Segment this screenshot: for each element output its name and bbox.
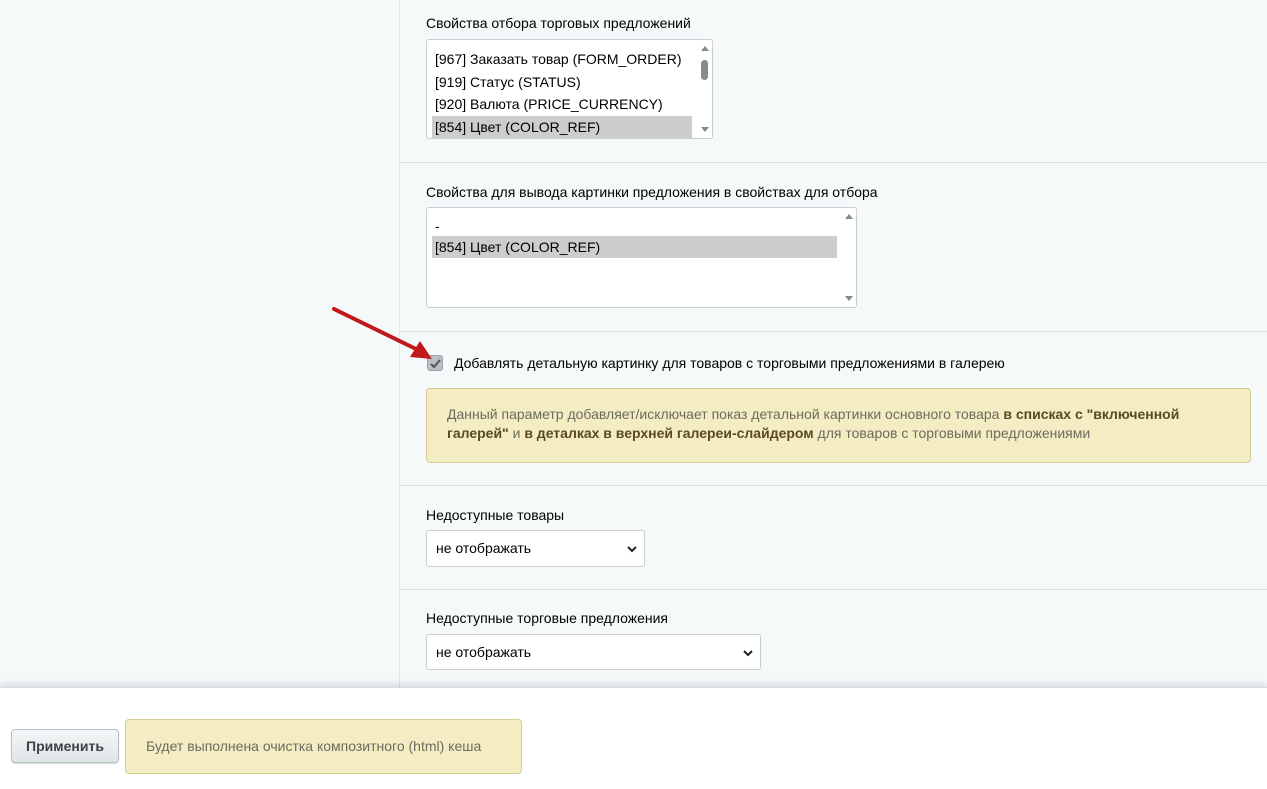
annotation-arrow-icon <box>332 307 432 359</box>
unavailable-offers-section: Недоступные торговые предложения не отоб… <box>400 590 1267 687</box>
list-option-selected[interactable]: [854] Цвет (COLOR_REF) <box>432 236 837 258</box>
select-value: не отображать <box>436 540 532 556</box>
offer-picture-props-listbox[interactable]: - [854] Цвет (COLOR_REF) <box>426 207 857 308</box>
offer-filter-props-label: Свойства отбора торговых предложений <box>426 15 691 31</box>
gallery-checkbox-label[interactable]: Добавлять детальную картинку для товаров… <box>454 355 1005 371</box>
scroll-down-arrow-icon[interactable] <box>845 296 853 301</box>
offer-picture-props-section: Свойства для вывода картинки предложения… <box>400 163 1267 332</box>
unavailable-goods-select[interactable]: не отображать <box>426 530 645 567</box>
listbox-scrollbar[interactable] <box>841 208 856 307</box>
list-option-selected[interactable]: [854] Цвет (COLOR_REF) <box>432 116 692 138</box>
footer-bar: Применить Будет выполнена очистка композ… <box>0 687 1267 789</box>
scroll-down-arrow-icon[interactable] <box>701 127 709 132</box>
notice-text: Данный параметр добавляет/исключает пока… <box>447 406 1004 422</box>
gallery-notice: Данный параметр добавляет/исключает пока… <box>426 388 1251 463</box>
chevron-down-icon <box>627 546 637 553</box>
unavailable-goods-label: Недоступные товары <box>426 507 565 523</box>
list-option[interactable]: [919] Статус (STATUS) <box>432 71 692 93</box>
apply-button[interactable]: Применить <box>11 729 119 763</box>
list-option[interactable]: [967] Заказать товар (FORM_ORDER) <box>432 48 692 70</box>
gallery-section: Добавлять детальную картинку для товаров… <box>400 332 1267 486</box>
list-option[interactable]: - <box>432 215 837 237</box>
select-value: не отображать <box>436 644 532 660</box>
settings-panel: Свойства отбора торговых предложений [96… <box>399 0 1267 687</box>
notice-text: и <box>508 425 525 441</box>
scroll-up-arrow-icon[interactable] <box>845 214 853 219</box>
cache-notice: Будет выполнена очистка композитного (ht… <box>125 719 522 774</box>
unavailable-offers-select[interactable]: не отображать <box>426 634 761 670</box>
notice-text: для товаров с торговыми предложениями <box>813 425 1091 441</box>
chevron-down-icon <box>743 650 753 657</box>
offer-filter-props-section: Свойства отбора торговых предложений [96… <box>400 0 1267 163</box>
unavailable-offers-label: Недоступные торговые предложения <box>426 610 669 626</box>
scroll-thumb[interactable] <box>701 60 708 80</box>
scroll-up-arrow-icon[interactable] <box>701 46 709 51</box>
listbox-scrollbar[interactable] <box>697 40 712 138</box>
unavailable-goods-section: Недоступные товары не отображать <box>400 486 1267 590</box>
offer-picture-props-label: Свойства для вывода картинки предложения… <box>426 184 878 200</box>
offer-filter-props-listbox[interactable]: [967] Заказать товар (FORM_ORDER) [919] … <box>426 39 713 139</box>
notice-bold-text: в деталках в верхней галереи-слайдером <box>524 425 814 441</box>
list-option[interactable]: [920] Валюта (PRICE_CURRENCY) <box>432 93 692 115</box>
